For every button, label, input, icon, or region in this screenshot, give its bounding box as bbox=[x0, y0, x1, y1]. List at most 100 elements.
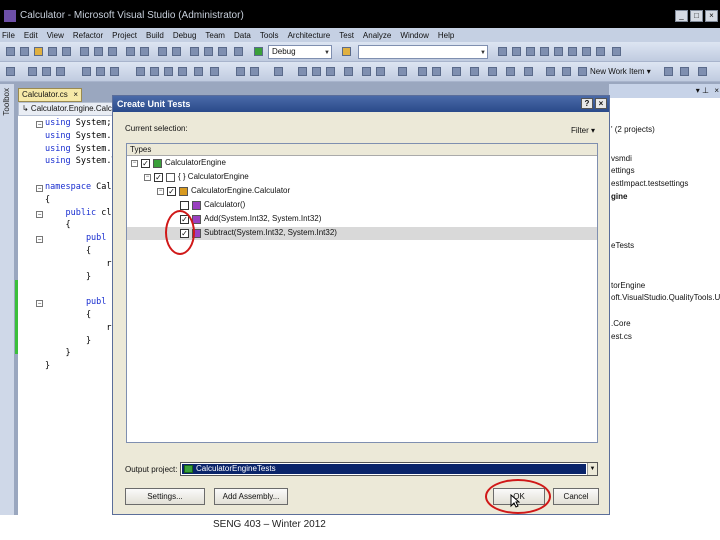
open-folder-icon[interactable] bbox=[34, 47, 43, 56]
tb2-icon-25[interactable] bbox=[432, 67, 441, 76]
tb2-icon-9[interactable] bbox=[150, 67, 159, 76]
tool-icon-6[interactable] bbox=[568, 47, 577, 56]
tb2-icon-31[interactable] bbox=[546, 67, 555, 76]
find-combo[interactable]: ▼ bbox=[358, 45, 488, 59]
tb2-icon-28[interactable] bbox=[488, 67, 497, 76]
tb2-icon-12[interactable] bbox=[194, 67, 203, 76]
tb2-icon-18[interactable] bbox=[312, 67, 321, 76]
menu-build[interactable]: Build bbox=[146, 31, 164, 40]
tb2-icon-5[interactable] bbox=[82, 67, 91, 76]
tree-node[interactable]: Calculator() bbox=[127, 199, 597, 212]
close-icon[interactable]: × bbox=[73, 89, 78, 101]
menu-test[interactable]: Test bbox=[339, 31, 354, 40]
collapse-outline-icon[interactable]: − bbox=[36, 210, 43, 218]
navigate-forward-icon[interactable] bbox=[172, 47, 181, 56]
tree-node[interactable]: − ✓ CalculatorEngine.Calculator bbox=[127, 185, 597, 198]
tb2-icon-35[interactable] bbox=[698, 67, 707, 76]
node-checkbox[interactable]: ✓ bbox=[141, 159, 150, 168]
tree-node[interactable]: − ✓ { } CalculatorEngine bbox=[127, 171, 597, 184]
collapse-outline-icon[interactable]: − bbox=[36, 236, 43, 244]
solution-item[interactable]: torEngine bbox=[611, 281, 645, 290]
tool-icon-7[interactable] bbox=[582, 47, 591, 56]
tool-icon-8[interactable] bbox=[596, 47, 605, 56]
tool-icon-1[interactable] bbox=[498, 47, 507, 56]
solution-item[interactable]: est.cs bbox=[611, 332, 632, 341]
save-all-icon[interactable] bbox=[62, 47, 71, 56]
tb2-icon-33[interactable] bbox=[664, 67, 673, 76]
tb2-icon-19[interactable] bbox=[326, 67, 335, 76]
tb2-icon-10[interactable] bbox=[164, 67, 173, 76]
cut-icon[interactable] bbox=[80, 47, 89, 56]
undo-icon[interactable] bbox=[126, 47, 135, 56]
tb2-icon-1[interactable] bbox=[6, 67, 15, 76]
tb2-icon-3[interactable] bbox=[42, 67, 51, 76]
dialog-close-button[interactable]: × bbox=[595, 98, 607, 109]
close-icon[interactable]: × bbox=[714, 86, 719, 95]
menu-window[interactable]: Window bbox=[400, 31, 428, 40]
add-assembly-button[interactable]: Add Assembly... bbox=[214, 488, 288, 505]
menu-file[interactable]: File bbox=[2, 31, 15, 40]
expander-icon[interactable]: − bbox=[144, 174, 151, 181]
menu-refactor[interactable]: Refactor bbox=[73, 31, 103, 40]
solution-item[interactable]: ettings bbox=[611, 166, 635, 175]
tab-calculator-cs[interactable]: Calculator.cs × bbox=[18, 88, 82, 102]
menu-data[interactable]: Data bbox=[234, 31, 251, 40]
tb2-icon-20[interactable] bbox=[344, 67, 353, 76]
cancel-button[interactable]: Cancel bbox=[553, 488, 599, 505]
menu-help[interactable]: Help bbox=[438, 31, 454, 40]
collapse-outline-icon[interactable]: − bbox=[36, 121, 43, 128]
tb2-icon-27[interactable] bbox=[470, 67, 479, 76]
tb2-icon-29[interactable] bbox=[506, 67, 515, 76]
nav-icon-a[interactable] bbox=[190, 47, 199, 56]
menu-analyze[interactable]: Analyze bbox=[363, 31, 391, 40]
maximize-button[interactable]: □ bbox=[690, 10, 703, 22]
menu-tools[interactable]: Tools bbox=[260, 31, 279, 40]
menu-project[interactable]: Project bbox=[112, 31, 137, 40]
menu-view[interactable]: View bbox=[47, 31, 64, 40]
menu-team[interactable]: Team bbox=[205, 31, 225, 40]
start-debugging-icon[interactable] bbox=[254, 47, 263, 56]
find-icon[interactable] bbox=[342, 47, 351, 56]
tb2-icon-8[interactable] bbox=[136, 67, 145, 76]
close-window-button[interactable]: × bbox=[705, 10, 718, 22]
settings-button[interactable]: Settings... bbox=[125, 488, 205, 505]
tool-icon-5[interactable] bbox=[554, 47, 563, 56]
tree-node[interactable]: ✓ Add(System.Int32, System.Int32) bbox=[127, 213, 597, 226]
help-button[interactable]: ? bbox=[581, 98, 593, 109]
collapse-outline-icon[interactable]: − bbox=[36, 185, 43, 192]
tb2-icon-11[interactable] bbox=[178, 67, 187, 76]
tool-icon-2[interactable] bbox=[512, 47, 521, 56]
output-project-combo[interactable]: CalculatorEngineTests ▼ bbox=[180, 462, 598, 476]
paste-icon[interactable] bbox=[108, 47, 117, 56]
tb2-icon-16[interactable] bbox=[274, 67, 283, 76]
nav-icon-d[interactable] bbox=[234, 47, 243, 56]
expander-icon[interactable]: − bbox=[157, 188, 164, 195]
solution-item[interactable]: vsmdi bbox=[611, 154, 632, 163]
tb2-icon-21[interactable] bbox=[362, 67, 371, 76]
tool-icon-3[interactable] bbox=[526, 47, 535, 56]
navigate-back-icon[interactable] bbox=[158, 47, 167, 56]
save-icon[interactable] bbox=[48, 47, 57, 56]
tb2-icon-4[interactable] bbox=[56, 67, 65, 76]
tb2-icon-13[interactable] bbox=[210, 67, 219, 76]
tree-node[interactable]: − ✓ CalculatorEngine bbox=[127, 157, 597, 170]
tb2-icon-17[interactable] bbox=[298, 67, 307, 76]
pin-icon[interactable]: ▾ ⊥ bbox=[696, 86, 709, 95]
node-checkbox[interactable]: ✓ bbox=[154, 173, 163, 182]
code-editor[interactable]: ↳ Calculator.Engine.Calcul using System;… bbox=[18, 102, 118, 515]
tb2-icon-2[interactable] bbox=[28, 67, 37, 76]
tool-icon-9[interactable] bbox=[612, 47, 621, 56]
tb2-icon-14[interactable] bbox=[236, 67, 245, 76]
tb2-icon-34[interactable] bbox=[680, 67, 689, 76]
tb2-icon-22[interactable] bbox=[376, 67, 385, 76]
chevron-down-icon[interactable]: ▼ bbox=[587, 463, 597, 475]
solution-item[interactable]: eTests bbox=[611, 241, 634, 250]
solution-configuration-combo[interactable]: Debug ▼ bbox=[268, 45, 332, 59]
collapse-outline-icon[interactable]: − bbox=[36, 300, 43, 308]
new-work-item-icon[interactable] bbox=[578, 67, 587, 76]
tb2-icon-32[interactable] bbox=[562, 67, 571, 76]
copy-icon[interactable] bbox=[94, 47, 103, 56]
tb2-icon-15[interactable] bbox=[250, 67, 259, 76]
node-checkbox[interactable] bbox=[180, 201, 189, 210]
solution-item[interactable]: ' (2 projects) bbox=[611, 125, 655, 134]
